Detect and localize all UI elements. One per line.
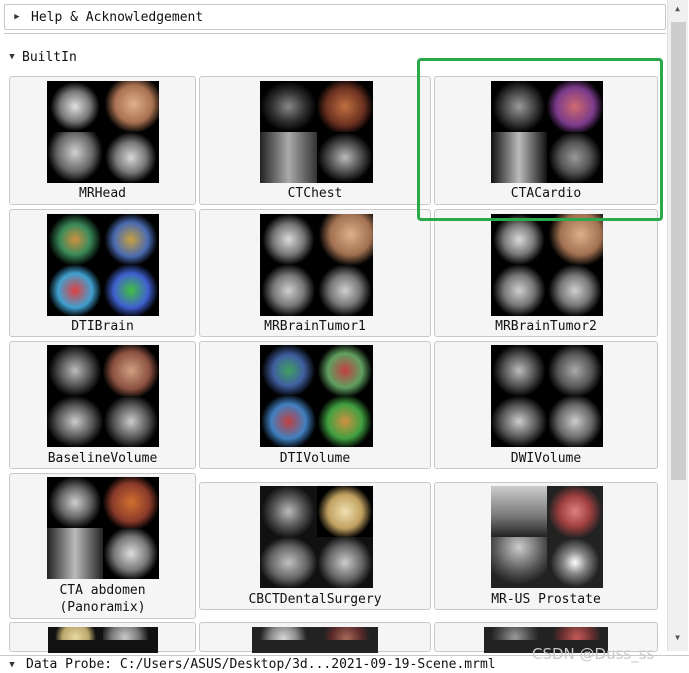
sample-tile[interactable]: DTIVolume: [199, 341, 431, 469]
sample-thumbnail: [491, 214, 603, 316]
sample-label: CTChest: [287, 186, 343, 201]
sample-label: DTIBrain: [71, 319, 134, 334]
scroll-down-arrow-icon[interactable]: ▼: [668, 633, 687, 642]
help-acknowledgement-header[interactable]: ▶ Help & Acknowledgement: [4, 4, 666, 30]
sample-thumbnail: [260, 214, 373, 316]
sample-tile[interactable]: DWIVolume: [434, 341, 658, 469]
sample-thumbnail: [260, 345, 373, 447]
sample-tile[interactable]: CTChest: [199, 76, 431, 205]
sample-thumbnail: [48, 627, 158, 653]
sample-tile[interactable]: MRHead: [9, 76, 196, 205]
sample-thumbnail: [47, 214, 159, 316]
sample-thumbnail: [491, 345, 603, 447]
sample-thumbnail: [260, 486, 373, 588]
builtin-label: BuiltIn: [22, 49, 77, 65]
sample-tile[interactable]: BaselineVolume: [9, 341, 196, 469]
expanded-arrow-icon: ▼: [9, 659, 15, 670]
sample-tile-partial[interactable]: [9, 622, 196, 653]
sample-tile[interactable]: MRBrainTumor1: [199, 209, 431, 337]
scrollbar-thumb[interactable]: [671, 22, 686, 480]
sample-thumbnail: [260, 81, 373, 183]
vertical-scrollbar[interactable]: ▲ ▼: [667, 0, 688, 651]
expanded-arrow-icon: ▼: [9, 52, 15, 62]
sample-tile[interactable]: DTIBrain: [9, 209, 196, 337]
sample-thumbnail: [491, 486, 603, 588]
sample-label: MR-US Prostate: [491, 592, 601, 607]
sample-tile-partial[interactable]: [199, 622, 431, 653]
sample-label: BaselineVolume: [47, 451, 158, 466]
sample-tile[interactable]: CBCTDentalSurgery: [199, 482, 431, 610]
sample-label: DTIVolume: [279, 451, 351, 466]
sample-tile[interactable]: CTA abdomen (Panoramix): [9, 473, 196, 619]
sample-thumbnail: [47, 81, 159, 183]
sample-label: MRHead: [79, 186, 126, 201]
highlight-box: [417, 58, 663, 221]
sample-label: MRBrainTumor2: [495, 319, 597, 334]
collapsed-arrow-icon: ▶: [14, 12, 20, 22]
sample-thumbnail: [47, 345, 159, 447]
watermark: CSDN @Duss_ss: [532, 645, 655, 663]
help-acknowledgement-label: Help & Acknowledgement: [31, 9, 204, 25]
sample-thumbnail: [252, 627, 378, 653]
section-divider: [4, 33, 666, 34]
sample-tile[interactable]: MRBrainTumor2: [434, 209, 658, 337]
sample-label: DWIVolume: [510, 451, 582, 466]
sample-label: CBCTDentalSurgery: [248, 592, 382, 607]
sample-label: CTA abdomen (Panoramix): [59, 583, 146, 615]
scroll-up-arrow-icon[interactable]: ▲: [668, 4, 687, 13]
sample-thumbnail: [47, 477, 159, 579]
sample-tile[interactable]: MR-US Prostate: [434, 482, 658, 610]
data-probe-label: Data Probe: C:/Users/ASUS/Desktop/3d...2…: [26, 657, 496, 672]
sample-label: MRBrainTumor1: [264, 319, 366, 334]
